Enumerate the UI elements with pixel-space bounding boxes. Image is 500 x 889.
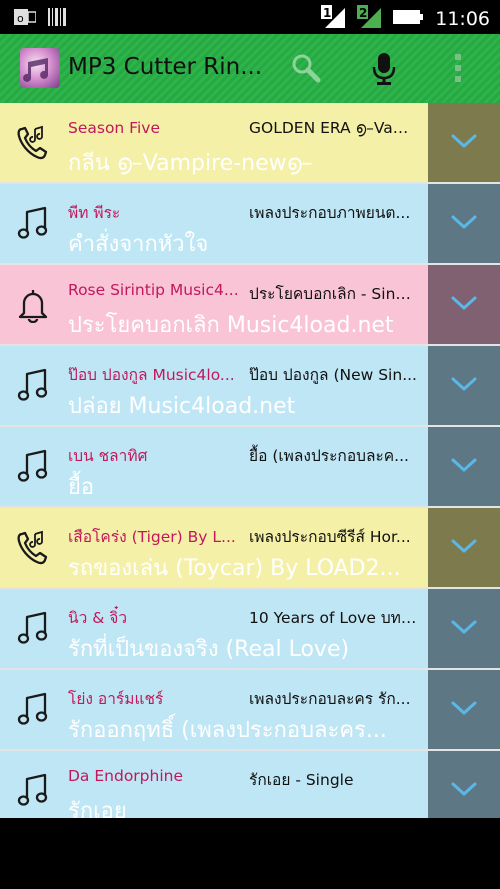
song-title: กลีน ൭–Vampire-new൭– [68,151,313,176]
song-title: ปล่อย Music4load.net [68,394,296,419]
music-note-icon [16,449,50,485]
app-title: MP3 Cutter Rin... [68,54,263,80]
sim2-signal-icon: 2 [357,4,383,34]
bell-icon [16,287,50,324]
song-album: รักเอย - Single [249,771,354,789]
song-title: คำสั่งจากหัวใจ [68,232,209,257]
svg-text:o: o [17,12,24,25]
app-bar: MP3 Cutter Rin... [0,34,500,103]
overflow-menu-icon[interactable] [452,52,464,88]
music-note-icon [16,773,50,809]
battery-icon [393,7,425,31]
sim1-signal-icon: 1 [321,4,347,34]
status-time: 11:06 [435,8,490,30]
chevron-down-icon [451,376,477,396]
empty-area [0,818,500,889]
music-note-icon [16,206,50,242]
phone-ringtone-icon [16,530,50,566]
expand-button[interactable] [428,670,500,749]
chevron-down-icon [451,295,477,315]
music-note-icon [16,368,50,404]
song-title: รถของเล่น (Toycar) By LOAD2... [68,556,401,581]
song-row[interactable]: Season Five GOLDEN ERA ൭–Vam... กลีน ൭–Vam… [0,103,500,184]
song-row[interactable]: โย่ง อาร์มแชร์ เพลงประกอบละคร รัก... รักออ… [0,670,500,751]
song-artist: ป๊อบ ปองกูล Music4lo... [68,366,235,384]
song-title: รักที่เป็นของจริง (Real Love) [68,637,350,662]
expand-button[interactable] [428,589,500,668]
chevron-down-icon [451,457,477,477]
microphone-icon[interactable] [370,52,398,90]
song-row[interactable]: เบน ชลาทิศ ยื้อ (เพลงประกอบละค... ยื้อ [0,427,500,508]
expand-button[interactable] [428,346,500,425]
expand-button[interactable] [428,103,500,182]
song-album: ป๊อบ ปองกูล (New Sin... [249,366,417,384]
song-album: เพลงประกอบละคร รัก... [249,690,411,708]
song-artist: เบน ชลาทิศ [68,447,148,465]
outlook-notification-icon: o [14,7,37,31]
song-album: ประโยคบอกเลิก - Sing... [249,285,419,303]
music-note-icon [16,692,50,728]
chevron-down-icon [451,700,477,720]
expand-button[interactable] [428,184,500,263]
song-row[interactable]: พีท พีระ เพลงประกอบภาพยนต... คำสั่งจากหัวใ… [0,184,500,265]
song-row[interactable]: ป๊อบ ปองกูล Music4lo... ป๊อบ ปองกูล (New … [0,346,500,427]
chevron-down-icon [451,214,477,234]
song-row[interactable]: Rose Sirintip Music4... ประโยคบอกเลิก - S… [0,265,500,346]
song-album: GOLDEN ERA ൭–Vam... [249,119,419,137]
song-artist: Rose Sirintip Music4... [68,281,239,299]
song-artist: โย่ง อาร์มแชร์ [68,690,164,708]
phone-ringtone-icon [16,125,50,161]
song-artist: นิว & จิ๋ว [68,609,128,627]
chevron-down-icon [451,133,477,153]
expand-button[interactable] [428,427,500,506]
song-title: ยื้อ [68,475,95,500]
expand-button[interactable] [428,265,500,344]
song-artist: Season Five [68,119,160,137]
song-artist: พีท พีระ [68,204,121,222]
song-album: ยื้อ (เพลงประกอบละค... [249,447,409,465]
chevron-down-icon [451,538,477,558]
barcode-notification-icon [48,7,66,31]
song-row[interactable]: เสือโคร่ง (Tiger) By L... เพลงประกอบซีรีส… [0,508,500,589]
svg-text:1: 1 [323,6,331,20]
svg-text:2: 2 [359,6,367,20]
expand-button[interactable] [428,508,500,587]
song-artist: Da Endorphine [68,767,184,785]
music-note-icon [16,611,50,647]
chevron-down-icon [451,619,477,639]
song-artist: เสือโคร่ง (Tiger) By L... [68,528,236,546]
song-title: รักออกฤทธิ์ (เพลงประกอบละคร... [68,718,387,743]
song-album: เพลงประกอบภาพยนต... [249,204,411,222]
song-list[interactable]: Season Five GOLDEN ERA ൭–Vam... กลีน ൭–Vam… [0,103,500,832]
chevron-down-icon [451,781,477,801]
app-logo-icon[interactable] [20,48,60,88]
status-bar: o 1 2 11:06 [0,0,500,34]
song-album: 10 Years of Love บทเ... [249,609,419,627]
song-title: ประโยคบอกเลิก Music4load.net [68,313,394,338]
song-album: เพลงประกอบซีรีส์ Hor... [249,528,411,546]
song-row[interactable]: นิว & จิ๋ว 10 Years of Love บทเ... รักที่เ… [0,589,500,670]
search-icon[interactable] [290,52,322,88]
